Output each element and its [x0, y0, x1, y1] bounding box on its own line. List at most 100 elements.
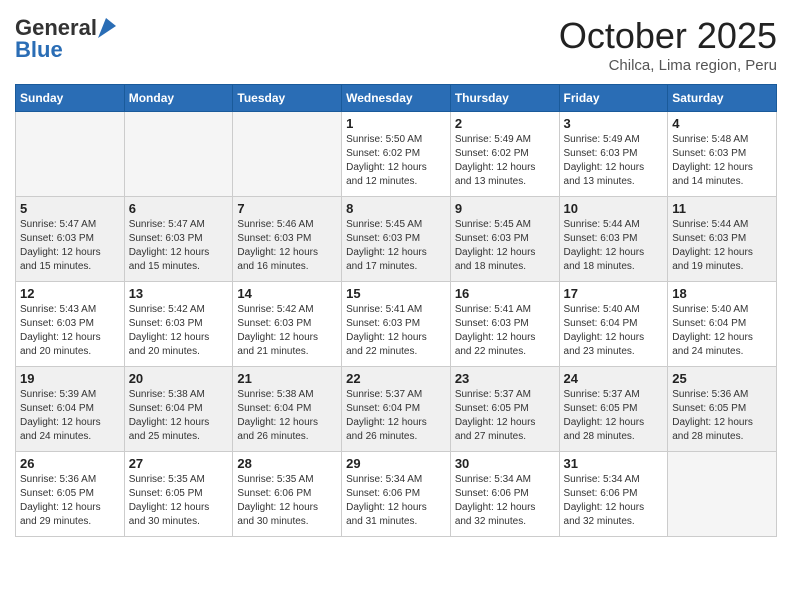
day-info: Sunrise: 5:40 AM Sunset: 6:04 PM Dayligh…	[564, 303, 664, 359]
day-number: 3	[564, 116, 664, 131]
calendar-week-row: 1Sunrise: 5:50 AM Sunset: 6:02 PM Daylig…	[16, 112, 777, 197]
calendar-day-cell: 3 Sunrise: 5:49 AM Sunset: 6:03 PM Daylig…	[559, 112, 668, 197]
day-number: 2	[455, 116, 555, 131]
day-number: 13	[129, 286, 229, 301]
calendar-day-cell: 4 Sunrise: 5:48 AM Sunset: 6:03 PM Daylig…	[668, 112, 777, 197]
day-number: 14	[237, 286, 337, 301]
calendar-day-cell	[233, 112, 342, 197]
day-info: Sunrise: 5:45 AM Sunset: 6:03 PM Dayligh…	[455, 218, 555, 274]
day-info: Sunrise: 5:50 AM Sunset: 6:02 PM Dayligh…	[346, 133, 446, 189]
day-info: Sunrise: 5:38 AM Sunset: 6:04 PM Dayligh…	[129, 388, 229, 444]
day-number: 4	[672, 116, 772, 131]
calendar-day-cell	[668, 452, 777, 537]
day-info: Sunrise: 5:35 AM Sunset: 6:06 PM Dayligh…	[237, 473, 337, 529]
day-info: Sunrise: 5:35 AM Sunset: 6:05 PM Dayligh…	[129, 473, 229, 529]
day-number: 30	[455, 456, 555, 471]
day-number: 6	[129, 201, 229, 216]
calendar-day-cell: 27 Sunrise: 5:35 AM Sunset: 6:05 PM Dayli…	[124, 452, 233, 537]
calendar-header-row: SundayMondayTuesdayWednesdayThursdayFrid…	[16, 85, 777, 112]
weekday-header-tuesday: Tuesday	[233, 85, 342, 112]
day-info: Sunrise: 5:44 AM Sunset: 6:03 PM Dayligh…	[672, 218, 772, 274]
calendar-day-cell	[124, 112, 233, 197]
calendar-week-row: 12 Sunrise: 5:43 AM Sunset: 6:03 PM Dayli…	[16, 282, 777, 367]
calendar-day-cell	[16, 112, 125, 197]
calendar-day-cell: 2Sunrise: 5:49 AM Sunset: 6:02 PM Daylig…	[450, 112, 559, 197]
day-number: 21	[237, 371, 337, 386]
calendar-week-row: 5 Sunrise: 5:47 AM Sunset: 6:03 PM Daylig…	[16, 197, 777, 282]
calendar-day-cell: 1Sunrise: 5:50 AM Sunset: 6:02 PM Daylig…	[342, 112, 451, 197]
calendar-day-cell: 10Sunrise: 5:44 AM Sunset: 6:03 PM Dayli…	[559, 197, 668, 282]
day-info: Sunrise: 5:39 AM Sunset: 6:04 PM Dayligh…	[20, 388, 120, 444]
day-info: Sunrise: 5:34 AM Sunset: 6:06 PM Dayligh…	[564, 473, 664, 529]
weekday-header-friday: Friday	[559, 85, 668, 112]
calendar-day-cell: 21 Sunrise: 5:38 AM Sunset: 6:04 PM Dayli…	[233, 367, 342, 452]
day-info: Sunrise: 5:41 AM Sunset: 6:03 PM Dayligh…	[346, 303, 446, 359]
day-info: Sunrise: 5:36 AM Sunset: 6:05 PM Dayligh…	[20, 473, 120, 529]
calendar-day-cell: 26 Sunrise: 5:36 AM Sunset: 6:05 PM Dayli…	[16, 452, 125, 537]
day-info: Sunrise: 5:48 AM Sunset: 6:03 PM Dayligh…	[672, 133, 772, 189]
calendar-day-cell: 30 Sunrise: 5:34 AM Sunset: 6:06 PM Dayli…	[450, 452, 559, 537]
logo-blue: Blue	[15, 37, 63, 63]
day-number: 31	[564, 456, 664, 471]
day-info: Sunrise: 5:47 AM Sunset: 6:03 PM Dayligh…	[20, 218, 120, 274]
day-number: 11	[672, 201, 772, 216]
calendar-day-cell: 13Sunrise: 5:42 AM Sunset: 6:03 PM Dayli…	[124, 282, 233, 367]
day-info: Sunrise: 5:47 AM Sunset: 6:03 PM Dayligh…	[129, 218, 229, 274]
calendar-day-cell: 5 Sunrise: 5:47 AM Sunset: 6:03 PM Daylig…	[16, 197, 125, 282]
calendar-day-cell: 11 Sunrise: 5:44 AM Sunset: 6:03 PM Dayli…	[668, 197, 777, 282]
title-block: October 2025 Chilca, Lima region, Peru	[559, 15, 777, 74]
calendar-day-cell: 22Sunrise: 5:37 AM Sunset: 6:04 PM Dayli…	[342, 367, 451, 452]
calendar-day-cell: 31 Sunrise: 5:34 AM Sunset: 6:06 PM Dayli…	[559, 452, 668, 537]
location: Chilca, Lima region, Peru	[559, 57, 777, 74]
calendar-day-cell: 12 Sunrise: 5:43 AM Sunset: 6:03 PM Dayli…	[16, 282, 125, 367]
day-number: 8	[346, 201, 446, 216]
calendar-week-row: 26 Sunrise: 5:36 AM Sunset: 6:05 PM Dayli…	[16, 452, 777, 537]
day-info: Sunrise: 5:43 AM Sunset: 6:03 PM Dayligh…	[20, 303, 120, 359]
logo: General Blue	[15, 15, 116, 63]
day-number: 19	[20, 371, 120, 386]
day-info: Sunrise: 5:41 AM Sunset: 6:03 PM Dayligh…	[455, 303, 555, 359]
day-number: 29	[346, 456, 446, 471]
weekday-header-sunday: Sunday	[16, 85, 125, 112]
day-info: Sunrise: 5:34 AM Sunset: 6:06 PM Dayligh…	[455, 473, 555, 529]
day-info: Sunrise: 5:45 AM Sunset: 6:03 PM Dayligh…	[346, 218, 446, 274]
day-info: Sunrise: 5:36 AM Sunset: 6:05 PM Dayligh…	[672, 388, 772, 444]
day-number: 24	[564, 371, 664, 386]
day-info: Sunrise: 5:49 AM Sunset: 6:03 PM Dayligh…	[564, 133, 664, 189]
day-number: 20	[129, 371, 229, 386]
day-info: Sunrise: 5:37 AM Sunset: 6:05 PM Dayligh…	[455, 388, 555, 444]
calendar-day-cell: 17 Sunrise: 5:40 AM Sunset: 6:04 PM Dayli…	[559, 282, 668, 367]
day-number: 26	[20, 456, 120, 471]
calendar-day-cell: 6 Sunrise: 5:47 AM Sunset: 6:03 PM Daylig…	[124, 197, 233, 282]
day-number: 16	[455, 286, 555, 301]
logo-bird-icon	[98, 18, 116, 38]
day-number: 15	[346, 286, 446, 301]
day-number: 18	[672, 286, 772, 301]
page-header: General Blue October 2025 Chilca, Lima r…	[15, 15, 777, 74]
day-info: Sunrise: 5:37 AM Sunset: 6:05 PM Dayligh…	[564, 388, 664, 444]
day-number: 28	[237, 456, 337, 471]
weekday-header-thursday: Thursday	[450, 85, 559, 112]
calendar-day-cell: 14Sunrise: 5:42 AM Sunset: 6:03 PM Dayli…	[233, 282, 342, 367]
calendar-day-cell: 7Sunrise: 5:46 AM Sunset: 6:03 PM Daylig…	[233, 197, 342, 282]
day-number: 5	[20, 201, 120, 216]
day-number: 27	[129, 456, 229, 471]
calendar-week-row: 19 Sunrise: 5:39 AM Sunset: 6:04 PM Dayli…	[16, 367, 777, 452]
calendar-day-cell: 18 Sunrise: 5:40 AM Sunset: 6:04 PM Dayli…	[668, 282, 777, 367]
day-info: Sunrise: 5:38 AM Sunset: 6:04 PM Dayligh…	[237, 388, 337, 444]
calendar-day-cell: 8 Sunrise: 5:45 AM Sunset: 6:03 PM Daylig…	[342, 197, 451, 282]
day-number: 17	[564, 286, 664, 301]
weekday-header-monday: Monday	[124, 85, 233, 112]
day-info: Sunrise: 5:40 AM Sunset: 6:04 PM Dayligh…	[672, 303, 772, 359]
weekday-header-wednesday: Wednesday	[342, 85, 451, 112]
day-number: 7	[237, 201, 337, 216]
calendar-day-cell: 29Sunrise: 5:34 AM Sunset: 6:06 PM Dayli…	[342, 452, 451, 537]
day-number: 12	[20, 286, 120, 301]
month-title: October 2025	[559, 15, 777, 57]
day-number: 23	[455, 371, 555, 386]
calendar-day-cell: 19 Sunrise: 5:39 AM Sunset: 6:04 PM Dayli…	[16, 367, 125, 452]
calendar-day-cell: 20 Sunrise: 5:38 AM Sunset: 6:04 PM Dayli…	[124, 367, 233, 452]
day-number: 25	[672, 371, 772, 386]
calendar-day-cell: 25 Sunrise: 5:36 AM Sunset: 6:05 PM Dayli…	[668, 367, 777, 452]
day-info: Sunrise: 5:44 AM Sunset: 6:03 PM Dayligh…	[564, 218, 664, 274]
